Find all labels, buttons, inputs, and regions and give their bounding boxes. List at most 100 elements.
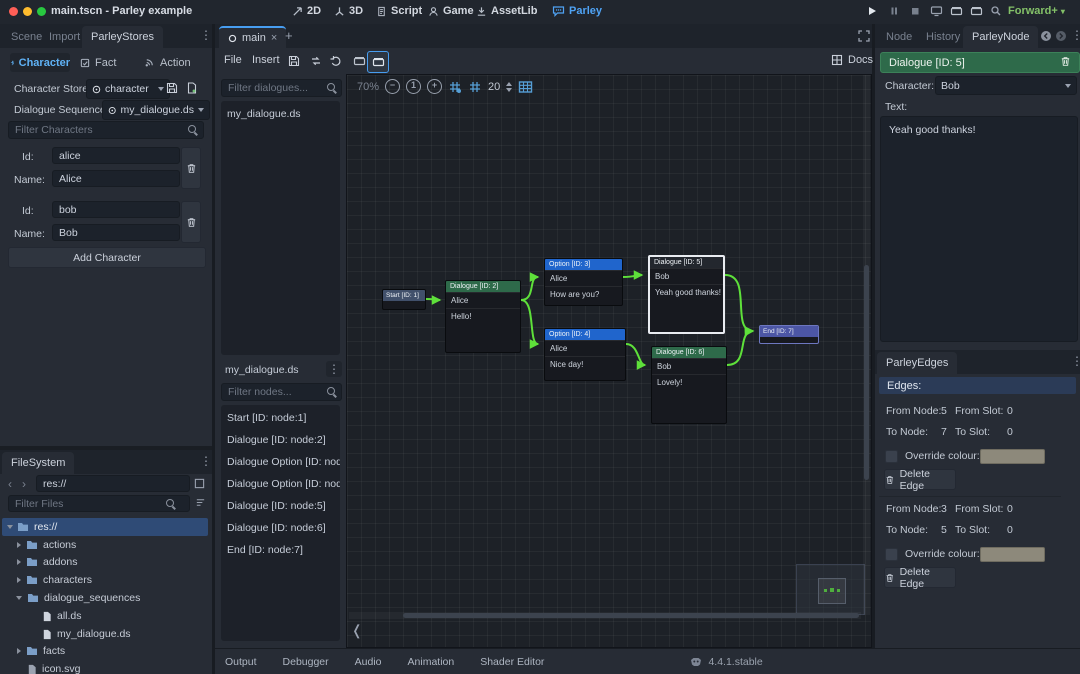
graph-node-dialogue-5[interactable]: Dialogue [ID: 5] Bob Yeah good thanks! — [648, 255, 725, 334]
bottom-tab-output[interactable]: Output — [225, 656, 257, 668]
graph-node-end[interactable]: End [ID: 7] — [759, 325, 819, 344]
save-dialogue-icon[interactable] — [287, 54, 301, 68]
character-store-dropdown[interactable]: character — [86, 79, 170, 99]
close-window-button[interactable] — [9, 7, 18, 16]
undo-icon[interactable] — [329, 54, 343, 68]
zoom-out-button[interactable]: − — [385, 79, 400, 94]
caret-down-icon[interactable] — [16, 596, 22, 600]
workspace-assetlib-button[interactable]: AssetLib — [476, 5, 537, 17]
graph-edge[interactable] — [623, 275, 642, 277]
test-dialogue-from-start-icon[interactable] — [367, 51, 389, 73]
tab-main-scene[interactable]: main × — [219, 26, 286, 48]
file-tree-item[interactable]: addons — [2, 553, 208, 571]
dialogue-graph-canvas[interactable]: 70% − 1 + 20 — [346, 74, 872, 648]
test-dialogue-icon[interactable] — [352, 54, 366, 68]
node-list-item[interactable]: Dialogue [ID: node:6] — [227, 522, 326, 534]
graph-node-dialogue-6[interactable]: Dialogue [ID: 6] Bob Lovely! — [651, 346, 727, 424]
caret-right-icon[interactable] — [17, 559, 21, 565]
bottom-tab-animation[interactable]: Animation — [408, 656, 455, 668]
play-button[interactable] — [866, 5, 878, 20]
node-list-item[interactable]: End [ID: node:7] — [227, 544, 303, 556]
history-back-icon[interactable] — [1039, 29, 1052, 42]
movie-writer-icon[interactable] — [970, 5, 983, 20]
filter-nodes-input[interactable] — [221, 383, 342, 401]
pause-button[interactable] — [888, 5, 900, 20]
delete-character-button[interactable] — [181, 147, 201, 189]
graph-node-start[interactable]: Start [ID: 1] — [382, 289, 426, 310]
tab-fact[interactable]: Fact — [80, 53, 116, 72]
delete-character-button[interactable] — [181, 201, 201, 243]
delete-edge-button[interactable]: Delete Edge — [884, 469, 956, 490]
file-tree-item[interactable]: icon.svg — [2, 660, 208, 674]
dialogue-sequence-dropdown[interactable]: my_dialogue.ds — [102, 100, 210, 120]
file-tree-item[interactable]: actions — [2, 536, 208, 554]
bottom-tab-debugger[interactable]: Debugger — [283, 656, 329, 668]
snap-distance-spinner[interactable] — [506, 82, 512, 92]
node-list-item[interactable]: Dialogue Option [ID: nod... — [227, 478, 340, 490]
version-info[interactable]: 4.4.1.stable — [690, 656, 762, 668]
override-colour-checkbox[interactable] — [885, 548, 898, 561]
collapse-sidebar-icon[interactable]: ❬ — [351, 622, 363, 639]
graph-edge[interactable] — [521, 300, 538, 344]
minimize-window-button[interactable] — [23, 7, 32, 16]
nav-back-icon[interactable]: ‹ — [8, 477, 12, 491]
graph-minimap[interactable] — [796, 564, 865, 615]
graph-node-option-4[interactable]: Option [ID: 4] Alice Nice day! — [544, 328, 626, 381]
character-name-field[interactable] — [52, 170, 180, 187]
close-tab-icon[interactable]: × — [271, 29, 277, 48]
dialogue-menu-icon[interactable]: ⋮ — [326, 361, 342, 377]
file-tree-item[interactable]: my_dialogue.ds — [2, 625, 208, 643]
dialogue-text-area[interactable]: Yeah good thanks! — [880, 116, 1078, 342]
tab-node[interactable]: Node — [877, 26, 921, 48]
caret-right-icon[interactable] — [17, 648, 21, 654]
node-list-item[interactable]: Dialogue Option [ID: nod... — [227, 456, 340, 468]
graph-node-option-3[interactable]: Option [ID: 3] Alice How are you? — [544, 258, 623, 306]
history-forward-icon[interactable] — [1054, 29, 1067, 42]
character-id-field[interactable] — [52, 201, 180, 218]
node-list-item[interactable]: Dialogue [ID: node:2] — [227, 434, 326, 446]
customize-run-icon[interactable] — [990, 5, 1002, 20]
movie-maker-icon[interactable] — [950, 5, 963, 20]
graph-node-dialogue-2[interactable]: Dialogue [ID: 2] Alice Hello! — [445, 280, 521, 353]
nav-forward-icon[interactable]: › — [22, 477, 26, 491]
bottom-tab-shader-editor[interactable]: Shader Editor — [480, 656, 544, 668]
zoom-in-button[interactable]: + — [427, 79, 442, 94]
docs-button[interactable]: Docs — [831, 54, 873, 66]
tab-history[interactable]: History — [917, 26, 969, 48]
new-store-button[interactable] — [184, 79, 200, 97]
file-tree-item[interactable]: characters — [2, 571, 208, 589]
colour-swatch[interactable] — [980, 449, 1045, 464]
file-tree-item[interactable]: facts — [2, 642, 208, 660]
filter-characters-input[interactable] — [8, 121, 204, 139]
bottom-tab-audio[interactable]: Audio — [355, 656, 382, 668]
snap-distance-value[interactable]: 20 — [488, 81, 500, 93]
new-tab-button[interactable]: + — [285, 28, 293, 43]
dock-menu-icon[interactable]: ⋮ — [200, 456, 212, 466]
workspace-3d-button[interactable]: 3D — [334, 5, 363, 17]
node-list-item[interactable]: Dialogue [ID: node:5] — [227, 500, 326, 512]
colour-swatch[interactable] — [980, 547, 1045, 562]
graph-edge[interactable] — [725, 275, 753, 331]
caret-right-icon[interactable] — [17, 577, 21, 583]
workspace-game-button[interactable]: Game — [428, 5, 474, 17]
stop-button[interactable] — [909, 5, 921, 20]
character-dropdown[interactable]: Bob — [935, 76, 1077, 95]
sort-files-icon[interactable] — [194, 496, 207, 509]
caret-right-icon[interactable] — [17, 542, 21, 548]
caret-down-icon[interactable] — [7, 525, 13, 529]
character-name-field[interactable] — [52, 224, 180, 241]
filter-dialogues-input[interactable] — [221, 79, 342, 97]
tab-parleynode[interactable]: ParleyNode — [963, 26, 1038, 48]
delete-node-button[interactable] — [1060, 56, 1071, 70]
character-id-field[interactable] — [52, 147, 180, 164]
graph-edge[interactable] — [426, 299, 440, 300]
delete-edge-button[interactable]: Delete Edge — [884, 567, 956, 588]
split-view-icon[interactable] — [192, 476, 206, 490]
renderer-selector[interactable]: Forward+ ▾ — [1008, 5, 1065, 17]
tab-filesystem[interactable]: FileSystem — [2, 452, 74, 474]
maximize-window-button[interactable] — [37, 7, 46, 16]
file-tree-item-root[interactable]: res:// — [2, 518, 208, 536]
workspace-script-button[interactable]: Script — [376, 5, 422, 17]
tab-action[interactable]: Action — [144, 53, 191, 72]
dock-menu-icon[interactable]: ⋮ — [200, 30, 212, 40]
